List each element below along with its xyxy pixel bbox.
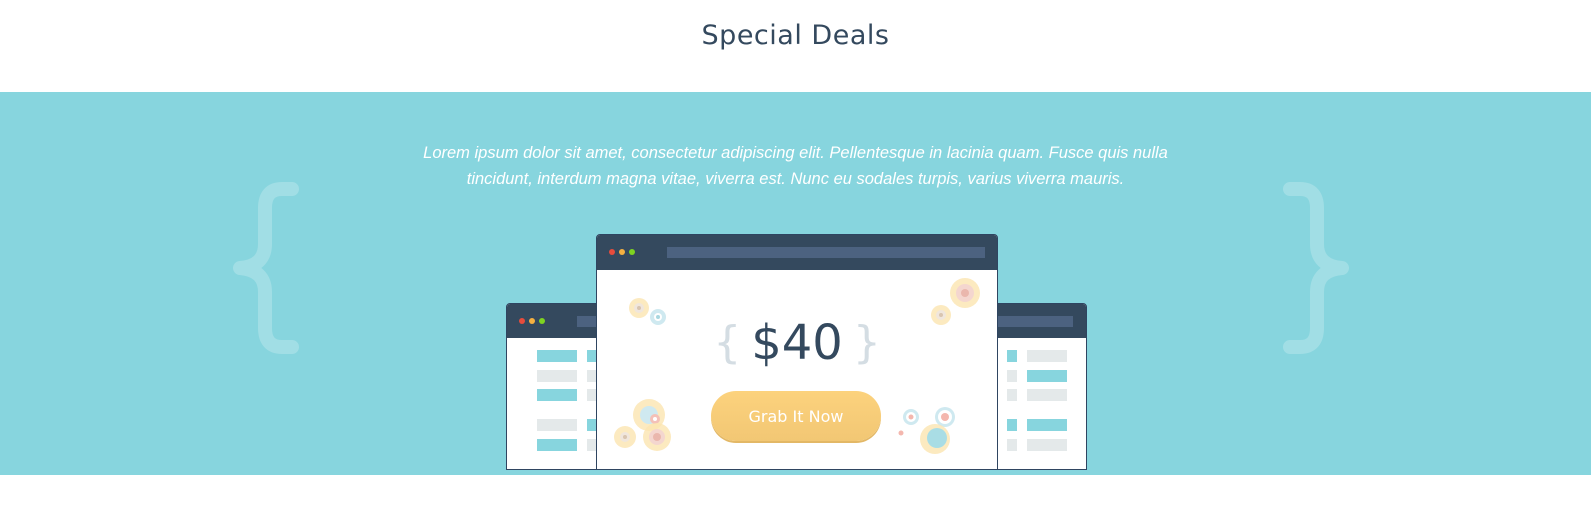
curly-brace-close-icon: } <box>852 317 881 368</box>
list-row-bar <box>537 389 577 401</box>
window-minimize-dot <box>619 249 625 255</box>
browser-titlebar <box>597 235 997 270</box>
grab-it-now-button[interactable]: Grab It Now <box>711 391 881 441</box>
curly-brace-close-icon <box>1283 182 1349 354</box>
price-display: {$40} <box>597 313 997 373</box>
curly-brace-open-icon: { <box>713 317 742 368</box>
section-description: Lorem ipsum dolor sit amet, consectetur … <box>423 144 1168 188</box>
list-row-bar <box>1027 389 1067 401</box>
window-close-dot <box>609 249 615 255</box>
deals-banner: Lorem ipsum dolor sit amet, consectetur … <box>0 92 1591 475</box>
list-row-bar <box>1027 419 1067 431</box>
curly-brace-open-icon <box>233 182 299 354</box>
window-maximize-dot <box>629 249 635 255</box>
window-maximize-dot <box>539 318 545 324</box>
circles-decoration-icon <box>898 407 955 454</box>
window-minimize-dot <box>529 318 535 324</box>
deal-price: $40 <box>751 315 843 371</box>
list-row-bar <box>537 419 577 431</box>
circles-decoration-icon <box>614 399 671 451</box>
list-row-bar <box>537 350 577 362</box>
address-bar <box>997 316 1073 327</box>
list-row-bar <box>1027 439 1067 451</box>
list-row-bar <box>1027 350 1067 362</box>
list-row-bar <box>537 370 577 382</box>
list-row-bar <box>1007 439 1017 451</box>
list-row-bar <box>1007 370 1017 382</box>
section-title: Special Deals <box>701 20 890 51</box>
list-row-bar <box>1007 419 1017 431</box>
address-bar <box>667 247 985 258</box>
list-row-bar <box>537 439 577 451</box>
list-row-bar <box>1007 350 1017 362</box>
list-row-bar <box>1007 389 1017 401</box>
window-close-dot <box>519 318 525 324</box>
list-row-bar <box>1027 370 1067 382</box>
browser-window-main: {$40} Grab It Now <box>596 234 998 470</box>
